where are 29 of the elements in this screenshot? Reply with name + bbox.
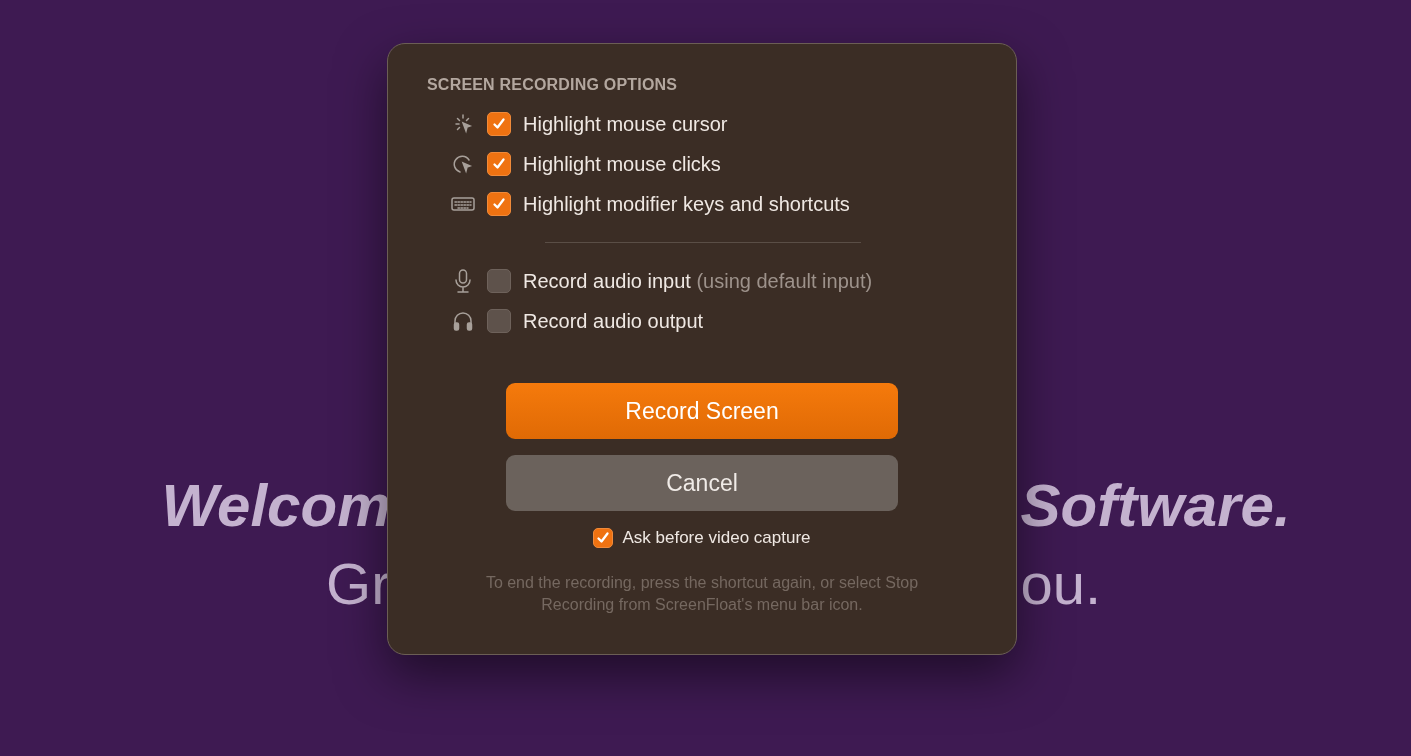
checkbox[interactable] xyxy=(487,152,511,176)
keyboard-icon xyxy=(451,197,475,211)
option-label: Ask before video capture xyxy=(622,528,811,548)
headphones-icon xyxy=(452,310,474,332)
option-label: Record audio input (using default input) xyxy=(523,269,873,293)
option-label: Highlight modifier keys and shortcuts xyxy=(523,192,850,216)
dialog-heading: SCREEN RECORDING OPTIONS xyxy=(427,76,679,94)
option-label: Highlight mouse clicks xyxy=(523,152,721,176)
option-label: Record audio output xyxy=(523,309,704,333)
checkmark-icon xyxy=(492,157,506,171)
cursor-circle-icon xyxy=(452,153,474,175)
checkbox[interactable] xyxy=(593,528,614,548)
checkbox[interactable] xyxy=(487,309,511,333)
option-label: Highlight mouse cursor xyxy=(523,112,728,136)
checkbox[interactable] xyxy=(487,192,511,216)
record-screen-button[interactable]: Record Screen xyxy=(506,383,898,439)
footnote-text: To end the recording, press the shortcut again, or select Stop Recording from ScreenFloat's menu bar icon. xyxy=(484,573,920,615)
cursor-sparkle-icon xyxy=(452,113,474,135)
background-heading-text: Gr xyxy=(326,549,391,617)
checkmark-icon xyxy=(492,117,506,131)
checkbox[interactable] xyxy=(487,112,511,136)
microphone-icon xyxy=(452,268,474,294)
checkmark-icon xyxy=(492,197,506,211)
checkbox[interactable] xyxy=(487,269,511,293)
background-heading-text: Software. xyxy=(1020,470,1291,540)
background-heading-text: ou. xyxy=(1020,549,1102,617)
checkmark-icon xyxy=(596,531,611,545)
background-heading-text: Welcom xyxy=(161,470,391,540)
cancel-button[interactable]: Cancel xyxy=(506,455,898,511)
